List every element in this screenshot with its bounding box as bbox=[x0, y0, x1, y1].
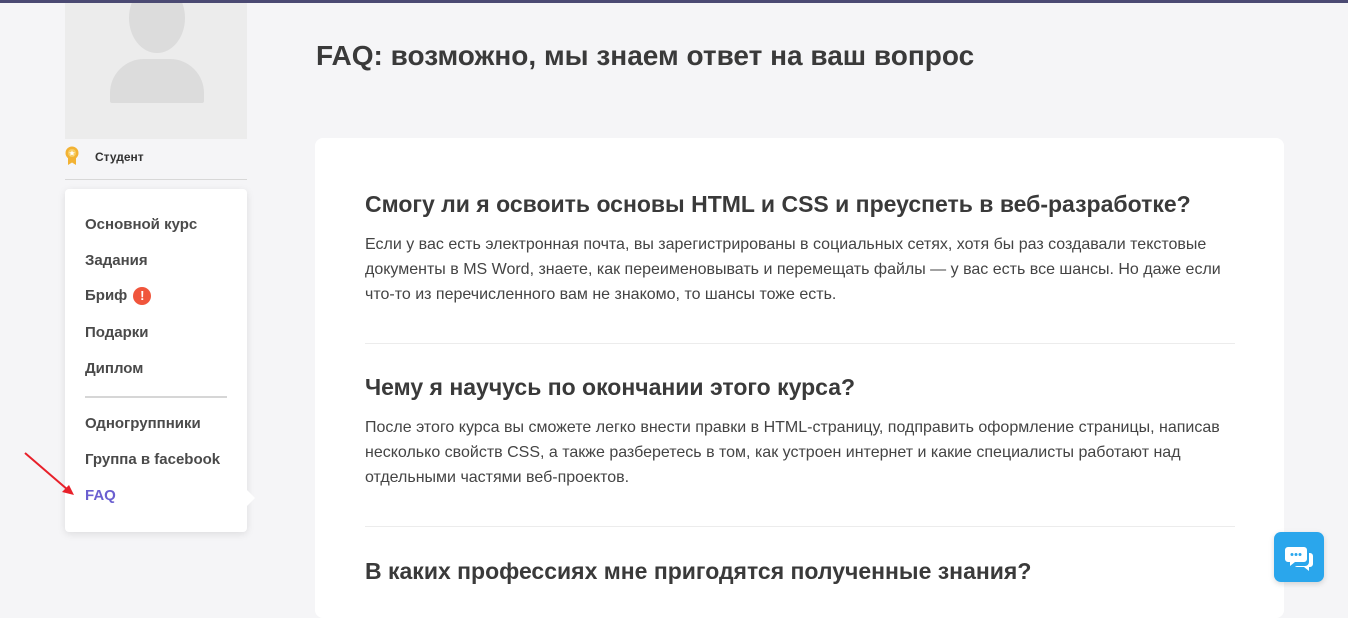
nav-faq[interactable]: FAQ bbox=[85, 487, 116, 504]
avatar[interactable] bbox=[65, 3, 247, 139]
menu-divider bbox=[85, 396, 227, 398]
rank-label: Студент bbox=[95, 150, 144, 164]
faq-item: Чему я научусь по окончании этого курса?… bbox=[365, 374, 1235, 490]
active-item-pointer bbox=[246, 489, 255, 507]
nav-brief-label: Бриф bbox=[85, 287, 128, 304]
avatar-body-shape bbox=[110, 59, 204, 103]
nav-brief[interactable]: Бриф! bbox=[85, 287, 152, 306]
faq-question: Смогу ли я освоить основы HTML и CSS и п… bbox=[365, 191, 1191, 217]
avatar-head-shape bbox=[129, 3, 185, 53]
faq-question: Чему я научусь по окончании этого курса? bbox=[365, 374, 856, 400]
nav-diploma[interactable]: Диплом bbox=[85, 360, 143, 377]
faq-separator bbox=[365, 526, 1235, 527]
medal-icon bbox=[65, 146, 79, 165]
nav-gifts[interactable]: Подарки bbox=[85, 324, 149, 341]
faq-question: В каких профессиях мне пригодятся получе… bbox=[365, 558, 1032, 584]
user-rank: Студент bbox=[65, 139, 247, 180]
faq-card: Смогу ли я освоить основы HTML и CSS и п… bbox=[315, 138, 1284, 618]
nav-facebook-group[interactable]: Группа в facebook bbox=[85, 451, 220, 468]
nav-tasks[interactable]: Задания bbox=[85, 252, 148, 269]
chat-icon bbox=[1285, 547, 1313, 571]
alert-badge: ! bbox=[133, 287, 152, 306]
nav-main-course[interactable]: Основной курс bbox=[85, 216, 197, 233]
faq-answer: Если у вас есть электронная почта, вы за… bbox=[365, 236, 1221, 303]
sidebar-menu: Основной курс Задания Бриф! Подарки Дипл… bbox=[65, 189, 255, 532]
faq-item: Смогу ли я освоить основы HTML и CSS и п… bbox=[365, 191, 1235, 307]
nav-classmates[interactable]: Одногруппники bbox=[85, 415, 201, 432]
chat-button[interactable] bbox=[1274, 532, 1324, 582]
faq-answer: После этого курса вы сможете легко внест… bbox=[365, 419, 1220, 486]
faq-item: В каких профессиях мне пригодятся получе… bbox=[365, 558, 1235, 585]
faq-separator bbox=[365, 343, 1235, 344]
red-arrow-annotation bbox=[24, 452, 74, 495]
page-title: FAQ: возможно, мы знаем ответ на ваш воп… bbox=[316, 40, 975, 71]
